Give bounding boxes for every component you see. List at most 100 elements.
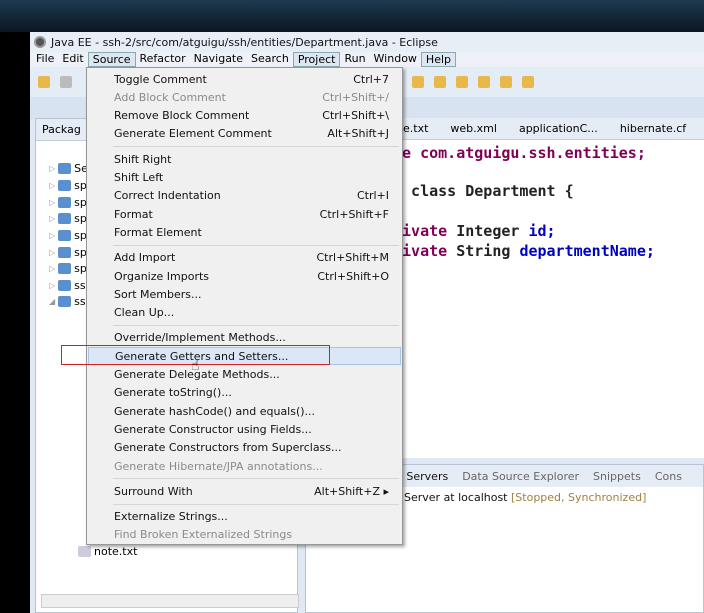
server-icon[interactable] [456, 76, 468, 88]
menu-item-label: Generate hashCode() and equals()... [114, 404, 316, 418]
menu-project[interactable]: Project [292, 52, 341, 67]
menu-item-generate-delegate-methods[interactable]: Generate Delegate Methods... [88, 366, 401, 384]
expand-arrow-icon[interactable]: ▷ [49, 214, 55, 223]
menu-navigate[interactable]: Navigate [190, 52, 247, 67]
tree-item[interactable]: ▷ Se [49, 162, 88, 175]
tree-item[interactable]: ▷ sp [49, 262, 87, 275]
menu-item-shift-right[interactable]: Shift Right [88, 150, 401, 168]
menu-item-shortcut: Alt+Shift+Z ▸ [314, 484, 389, 498]
open-type-icon[interactable] [478, 76, 490, 88]
menu-edit[interactable]: Edit [58, 52, 87, 67]
menu-search[interactable]: Search [247, 52, 293, 67]
menu-item-label: Format Element [114, 225, 202, 239]
menu-item-shortcut: Ctrl+Shift+\ [322, 109, 389, 123]
save-icon[interactable] [60, 76, 72, 88]
menu-item-label: Organize Imports [114, 269, 210, 283]
menu-item-generate-element-comment[interactable]: Generate Element Comment Alt+Shift+J [88, 125, 401, 143]
expand-arrow-icon[interactable]: ▷ [49, 181, 55, 190]
menu-item-surround-with[interactable]: Surround With Alt+Shift+Z ▸ [88, 482, 401, 500]
menu-item-find-broken-externalized-strings[interactable]: Find Broken Externalized Strings [88, 526, 401, 544]
menu-item-label: Remove Block Comment [114, 109, 250, 123]
panel-tab-data-source-explorer[interactable]: Data Source Explorer [462, 470, 579, 483]
debug-icon[interactable] [434, 76, 446, 88]
expand-arrow-icon[interactable]: ▷ [49, 164, 55, 173]
tree-item[interactable]: ▷ sp [49, 196, 87, 209]
menu-separator [113, 503, 399, 505]
menu-item-generate-constructor-using-fields[interactable]: Generate Constructor using Fields... [88, 420, 401, 438]
menu-item-clean-up[interactable]: Clean Up... [88, 304, 401, 322]
tree-item[interactable]: note.txt [78, 545, 137, 558]
code-line: rivate String departmentName; [393, 242, 655, 260]
expand-arrow-icon[interactable]: ◢ [49, 297, 55, 306]
menu-bar: File Edit Source Refactor Navigate Search Proj… [30, 52, 704, 67]
panel-tab-servers[interactable]: Servers [406, 470, 448, 483]
menu-item-shortcut: Alt+Shift+J [327, 127, 389, 141]
menu-item-label: Externalize Strings... [114, 510, 228, 524]
tree-item[interactable]: ▷ sp [49, 246, 87, 259]
menu-item-remove-block-comment[interactable]: Remove Block Comment Ctrl+Shift+\ [88, 107, 401, 125]
menu-item-organize-imports[interactable]: Organize Imports Ctrl+Shift+O [88, 267, 401, 285]
tree-item[interactable]: ▷ sp [49, 212, 87, 225]
menu-item-label: Format [114, 207, 153, 221]
tree-item-label: note.txt [94, 545, 138, 558]
menu-item-sort-members[interactable]: Sort Members... [88, 285, 401, 303]
menu-item-shift-left[interactable]: Shift Left [88, 169, 401, 187]
menu-item-shortcut: Ctrl+Shift+F [319, 207, 389, 221]
menu-source[interactable]: Source [87, 52, 136, 67]
menu-refactor[interactable]: Refactor [136, 52, 190, 67]
menu-item-format-element[interactable]: Format Element [88, 223, 401, 241]
project-icon [58, 180, 72, 191]
menu-file[interactable]: File [32, 52, 58, 67]
menu-help[interactable]: Help [420, 52, 456, 67]
menu-item-toggle-comment[interactable]: Toggle Comment Ctrl+7 [88, 70, 401, 88]
project-icon [58, 163, 72, 174]
perspective-icon[interactable] [522, 76, 534, 88]
tree-item-label: sp [74, 179, 87, 192]
panel-tab-snippets[interactable]: Snippets [593, 470, 641, 483]
tree-item[interactable]: ▷ sp [49, 179, 87, 192]
menu-item-format[interactable]: Format Ctrl+Shift+F [88, 205, 401, 223]
menu-item-label: Correct Indentation [114, 189, 221, 203]
search-icon[interactable] [500, 76, 512, 88]
menu-item-label: Clean Up... [114, 306, 175, 320]
menu-item-generate-constructors-from-superclass[interactable]: Generate Constructors from Superclass... [88, 439, 401, 457]
panel-tab-cons[interactable]: Cons [655, 470, 682, 483]
menu-item-label: Toggle Comment [114, 72, 207, 86]
file-icon [78, 546, 91, 557]
tree-item[interactable]: ◢ ssl [49, 295, 89, 308]
project-icon [58, 296, 72, 307]
tree-item-label: sp [74, 262, 87, 275]
expand-arrow-icon[interactable]: ▷ [49, 264, 55, 273]
tree-item-label: sp [74, 196, 87, 209]
expand-arrow-icon[interactable]: ▷ [49, 248, 55, 257]
editor-tab[interactable]: hibernate.cf [620, 122, 686, 135]
project-icon [58, 263, 72, 274]
project-icon [58, 280, 72, 291]
expand-arrow-icon[interactable]: ▷ [49, 231, 55, 240]
tree-item[interactable]: ▷ sp [49, 229, 87, 242]
menu-item-externalize-strings[interactable]: Externalize Strings... [88, 508, 401, 526]
expand-arrow-icon[interactable]: ▷ [49, 281, 55, 290]
editor-tab[interactable]: web.xml [450, 122, 497, 135]
menu-item-add-block-comment[interactable]: Add Block Comment Ctrl+Shift+/ [88, 88, 401, 106]
run-icon[interactable] [412, 76, 424, 88]
menu-item-label: Add Import [114, 251, 176, 265]
editor-tab[interactable]: applicationC... [519, 122, 598, 135]
menu-item-label: Generate toString()... [114, 386, 232, 400]
menu-item-correct-indentation[interactable]: Correct Indentation Ctrl+I [88, 187, 401, 205]
new-icon[interactable] [38, 76, 50, 88]
tree-item-label: sp [74, 212, 87, 225]
menu-item-generate-hibernate-jpa-annotations[interactable]: Generate Hibernate/JPA annotations... [88, 457, 401, 475]
horizontal-scrollbar[interactable] [41, 594, 299, 608]
project-icon [58, 230, 72, 241]
code-line: ge com.atguigu.ssh.entities; [393, 144, 646, 162]
expand-arrow-icon[interactable]: ▷ [49, 198, 55, 207]
tree-item[interactable]: ▷ ssl [49, 279, 89, 292]
menu-item-add-import[interactable]: Add Import Ctrl+Shift+M [88, 249, 401, 267]
menu-item-generate-tostring[interactable]: Generate toString()... [88, 384, 401, 402]
code-line: rivate Integer id; [393, 222, 556, 240]
menu-separator [113, 146, 399, 148]
menu-item-generate-hashcode-and-equals[interactable]: Generate hashCode() and equals()... [88, 402, 401, 420]
menu-window[interactable]: Window [370, 52, 421, 67]
menu-run[interactable]: Run [340, 52, 369, 67]
